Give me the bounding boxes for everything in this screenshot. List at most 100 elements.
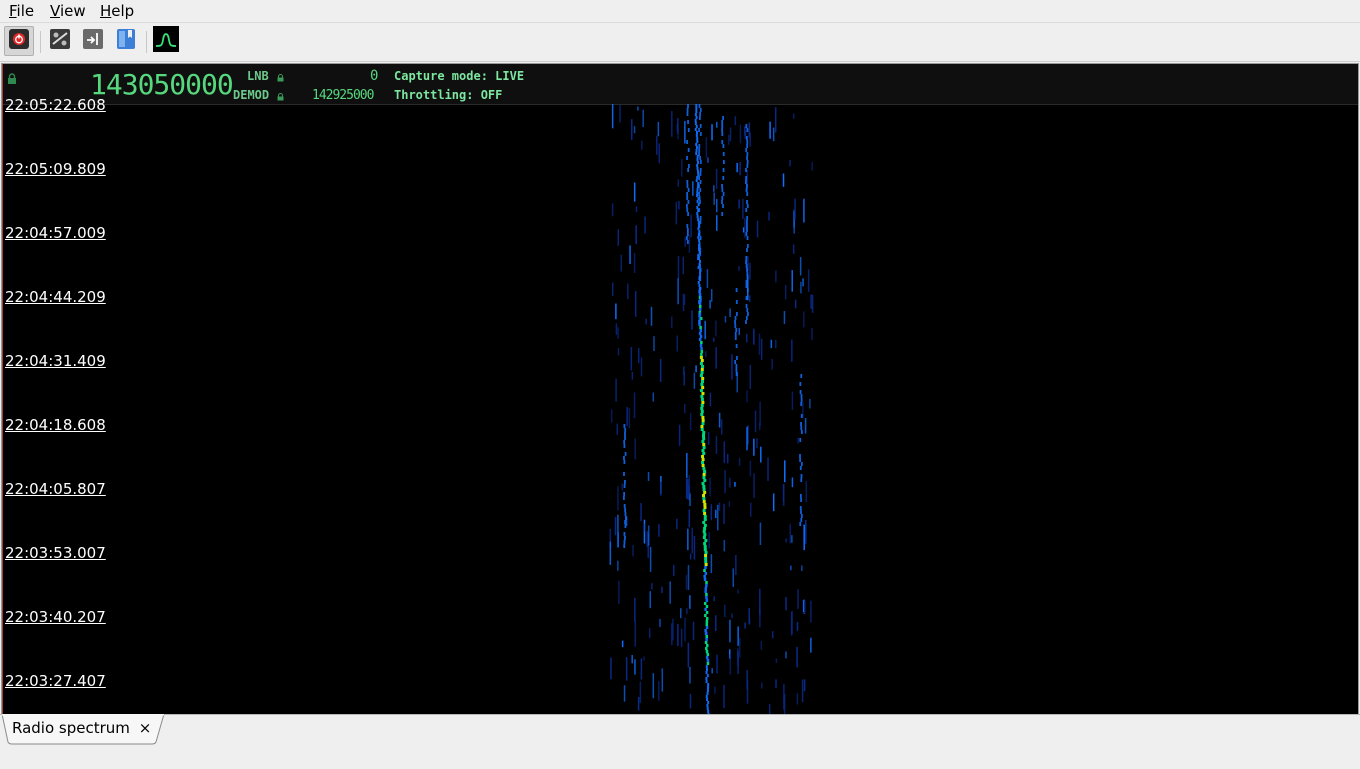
settings-button[interactable]	[47, 28, 73, 54]
signal-streak	[735, 356, 738, 360]
signal-streak	[746, 272, 749, 276]
signal-streak	[696, 170, 699, 173]
signal-streak	[698, 316, 701, 320]
signal-streak	[759, 588, 761, 615]
signal-streak	[686, 208, 689, 212]
signal-streak	[746, 308, 749, 312]
close-icon[interactable]: ×	[137, 719, 153, 737]
signal-streak	[811, 161, 813, 171]
signal-streak	[623, 685, 626, 702]
signal-streak	[738, 327, 741, 336]
signal-streak	[699, 112, 702, 116]
signal-streak	[703, 506, 707, 509]
capture-mode-status: Capture mode: LIVE	[394, 69, 525, 83]
signal-streak	[677, 624, 679, 647]
signal-streak	[624, 508, 627, 512]
signal-streak	[699, 200, 701, 204]
signal-streak	[746, 128, 749, 132]
signal-streak	[748, 617, 751, 625]
signal-streak	[807, 269, 810, 292]
signal-streak	[699, 180, 702, 184]
info-panel: 143050000 LNB 0 DEMOD 142925000 Capture …	[2, 64, 1358, 105]
arrow-in-button[interactable]	[80, 28, 106, 54]
lock-icon[interactable]	[7, 70, 17, 89]
signal-streak	[721, 128, 724, 132]
signal-streak	[710, 554, 713, 574]
bookmarks-button[interactable]	[113, 28, 139, 54]
signal-streak	[686, 184, 689, 188]
signal-streak	[657, 121, 660, 137]
signal-streak	[691, 310, 693, 330]
spectrum-panel-button[interactable]	[153, 26, 179, 54]
demod-lock-icon[interactable]	[277, 86, 284, 105]
signal-streak	[696, 176, 699, 179]
signal-streak	[713, 192, 715, 205]
signal-streak	[683, 294, 686, 305]
signal-streak	[703, 479, 707, 482]
signal-streak	[746, 192, 749, 196]
signal-streak	[702, 509, 706, 512]
signal-streak	[746, 426, 748, 451]
signal-streak	[729, 619, 731, 643]
signal-streak	[702, 434, 706, 437]
signal-streak	[617, 514, 619, 533]
signal-streak	[677, 255, 680, 280]
signal-streak	[637, 348, 640, 364]
frequency-display[interactable]: 143050000	[90, 70, 234, 100]
signal-streak	[688, 509, 691, 528]
signal-streak	[767, 457, 769, 481]
signal-streak	[705, 137, 708, 158]
signal-streak	[701, 461, 705, 464]
signal-streak	[709, 392, 712, 407]
signal-streak	[721, 124, 724, 128]
signal-streak	[661, 668, 664, 692]
signal-streak	[702, 500, 706, 503]
signal-streak	[803, 198, 805, 223]
signal-streak	[702, 473, 706, 476]
signal-streak	[694, 119, 697, 122]
lnb-lock-icon[interactable]	[277, 67, 284, 86]
signal-streak	[718, 412, 721, 428]
power-button[interactable]	[4, 26, 34, 56]
signal-streak	[699, 236, 702, 240]
signal-streak	[746, 144, 749, 148]
signal-streak	[696, 206, 699, 209]
signal-streak	[699, 172, 702, 176]
signal-streak	[768, 211, 770, 221]
signal-streak	[619, 104, 621, 123]
signal-streak	[693, 372, 696, 389]
signal-streak	[704, 572, 708, 575]
signal-streak	[623, 444, 626, 448]
signal-streak	[745, 284, 748, 288]
signal-streak	[623, 544, 626, 548]
signal-streak	[708, 532, 710, 549]
signal-streak	[614, 517, 617, 536]
signal-streak	[700, 407, 704, 410]
menu-file[interactable]: File	[5, 1, 38, 21]
menu-help[interactable]: Help	[96, 1, 138, 21]
signal-streak	[697, 281, 700, 284]
signal-streak	[695, 104, 698, 107]
time-label: 22:04:44.209	[5, 288, 106, 306]
demod-value[interactable]: 142925000	[312, 88, 374, 103]
signal-streak	[746, 244, 749, 248]
signal-streak	[698, 224, 701, 228]
signal-streak	[729, 477, 731, 488]
signal-streak	[692, 181, 694, 196]
signal-streak	[615, 323, 618, 335]
signal-streak	[783, 310, 786, 324]
signal-streak	[723, 539, 726, 552]
signal-streak	[800, 414, 803, 418]
signal-streak	[699, 374, 703, 377]
signal-streak	[634, 597, 636, 622]
lnb-value[interactable]: 0	[370, 68, 379, 84]
waterfall-display[interactable]: 22:05:22.608 22:05:09.809 22:04:57.009 2…	[2, 97, 1358, 714]
signal-streak	[680, 608, 682, 619]
signal-streak	[746, 216, 749, 220]
menu-view[interactable]: View	[46, 1, 90, 21]
signal-streak	[746, 160, 749, 164]
spectrum-workspace[interactable]: 143050000 LNB 0 DEMOD 142925000 Capture …	[1, 63, 1359, 715]
signal-streak	[687, 642, 690, 668]
tab-radio-spectrum[interactable]: Radio spectrum ×	[2, 714, 165, 745]
settings-sliders-icon	[49, 28, 71, 54]
